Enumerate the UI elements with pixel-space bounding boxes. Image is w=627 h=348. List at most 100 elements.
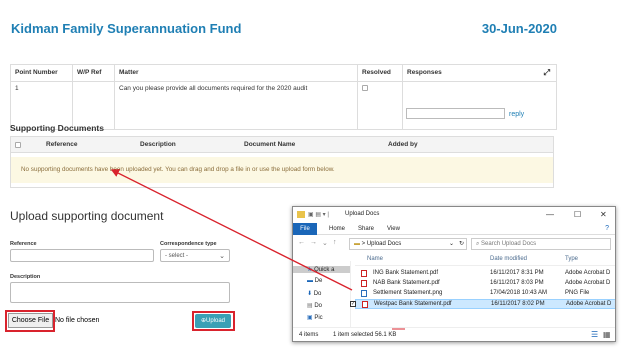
matters-header-row: Point Number W/P Ref Matter Resolved Res… <box>11 65 556 82</box>
supporting-docs-title: Supporting Documents <box>10 123 104 133</box>
ribbon-tab-view[interactable]: View <box>387 226 400 232</box>
select-all-checkbox[interactable] <box>15 142 21 148</box>
response-input[interactable] <box>406 108 505 119</box>
picture-icon: ▣ <box>307 315 313 321</box>
reference-input[interactable] <box>10 249 154 262</box>
description-textarea[interactable] <box>10 282 230 303</box>
explorer-title: Upload Docs <box>345 211 380 217</box>
col-matter: Matter <box>115 65 358 81</box>
responses-cell: reply <box>403 82 556 129</box>
search-placeholder: Search Upload Docs <box>481 241 537 247</box>
maximize-icon[interactable]: ☐ <box>574 210 581 219</box>
description-label: Description <box>10 274 41 280</box>
correspondence-value: - select - <box>165 253 189 259</box>
explorer-titlebar: ▣ ▤ ▾ | Upload Docs — ☐ ✕ <box>293 207 615 223</box>
col-description: Description <box>140 141 176 148</box>
tiles-view-icon[interactable]: ▦ <box>603 330 611 339</box>
file-type: Adobe Acrobat D <box>565 280 611 286</box>
path-dropdown-icon[interactable]: ⌄ <box>449 240 454 247</box>
nav-label: Do <box>314 303 323 309</box>
pdf-file-icon <box>361 270 367 277</box>
file-date: 16/11/2017 8:03 PM <box>490 280 544 286</box>
empty-docs-message: No supporting documents have been upload… <box>11 157 553 183</box>
col-document-name: Document Name <box>244 141 296 148</box>
nav-item-pictures[interactable]: ▣ Pic <box>307 314 323 321</box>
chevron-down-icon: ⌄ <box>219 253 225 260</box>
file-type: Adobe Acrobat D <box>565 270 611 276</box>
correspondence-label: Correspondence type <box>160 241 217 247</box>
file-list: Name Date modified Type ING Bank Stateme… <box>350 252 615 326</box>
path-folder-icon: ▬ <box>354 241 360 247</box>
file-row[interactable]: NAB Bank Statement.pdf 16/11/2017 8:03 P… <box>355 279 615 289</box>
nav-item-documents[interactable]: ▤ Do <box>307 302 322 309</box>
refresh-icon[interactable]: ↻ <box>459 240 464 247</box>
nav-item-downloads[interactable]: ⬇ Do <box>307 290 321 297</box>
document-icon: ▤ <box>307 303 313 309</box>
upload-label: Upload <box>206 318 226 324</box>
nav-item-quick-access[interactable]: ★ Quick a <box>293 266 350 273</box>
resolved-cell <box>358 82 403 129</box>
details-view-icon[interactable]: ☰ <box>591 330 598 339</box>
matters-table: Point Number W/P Ref Matter Resolved Res… <box>10 64 557 130</box>
navigation-pane: ★ Quick a ▬ De ⬇ Do ▤ Do ▣ Pic <box>293 261 351 327</box>
ribbon-tab-share[interactable]: Share <box>358 226 374 232</box>
file-name: NAB Bank Statement.pdf <box>373 280 440 286</box>
search-icon: ⌕ <box>476 241 480 247</box>
correspondence-select[interactable]: - select - ⌄ <box>160 249 230 262</box>
expand-icon[interactable]: ⤢ <box>544 68 550 78</box>
file-date: 17/04/2018 10:43 AM <box>490 290 548 296</box>
file-name: Settlement Statement.png <box>373 290 443 296</box>
docs-header-row: Reference Description Document Name Adde… <box>11 137 553 153</box>
file-date: 16/11/2017 8:02 PM <box>491 301 545 307</box>
file-row[interactable]: Settlement Statement.png 17/04/2018 10:4… <box>355 289 615 299</box>
col-responses: Responses <box>407 69 442 76</box>
col-wp-ref: W/P Ref <box>73 65 115 81</box>
col-added-by: Added by <box>388 141 418 148</box>
checkmark-icon[interactable]: ✓ <box>350 301 356 307</box>
quick-access-toolbar[interactable]: ▣ ▤ ▾ | <box>308 211 329 218</box>
file-type: PNG File <box>565 290 590 296</box>
explorer-ribbon: File Home Share View ? <box>293 223 615 235</box>
reference-label: Reference <box>10 241 37 247</box>
address-path[interactable]: ▬ > Upload Docs ⌄ ↻ <box>349 238 467 250</box>
file-name: Westpac Bank Statement.pdf <box>374 301 452 307</box>
period-date: 30-Jun-2020 <box>481 21 557 36</box>
forward-arrow-icon[interactable]: → <box>310 239 317 246</box>
upload-form-title: Upload supporting document <box>10 209 164 223</box>
page-title: Kidman Family Superannuation Fund <box>11 21 242 36</box>
back-arrow-icon[interactable]: ← <box>298 239 305 246</box>
col-point-number: Point Number <box>11 65 73 81</box>
upload-button[interactable]: ⊕Upload <box>195 314 231 328</box>
file-row[interactable]: ING Bank Statement.pdf 16/11/2017 8:31 P… <box>355 269 615 279</box>
resolved-checkbox[interactable] <box>362 85 368 91</box>
nav-item-desktop[interactable]: ▬ De <box>307 278 322 284</box>
desktop-icon: ▬ <box>307 278 313 284</box>
address-bar-row: ← → ⌄ ↑ ▬ > Upload Docs ⌄ ↻ ⌕ Search Upl… <box>293 235 615 252</box>
reply-link[interactable]: reply <box>509 111 524 118</box>
star-icon: ★ <box>307 267 313 273</box>
col-date-modified[interactable]: Date modified <box>490 256 527 262</box>
nav-label: Pic <box>314 315 323 321</box>
file-row-selected[interactable]: ✓ Westpac Bank Statement.pdf 16/11/2017 … <box>350 299 615 309</box>
minimize-icon[interactable]: — <box>546 210 554 219</box>
pdf-file-icon <box>362 301 368 308</box>
col-reference: Reference <box>46 141 78 148</box>
explorer-search-input[interactable]: ⌕ Search Upload Docs <box>471 238 611 250</box>
image-file-icon <box>361 290 367 297</box>
matter-cell: Can you please provide all documents req… <box>115 82 358 129</box>
choose-file-button[interactable]: Choose File <box>8 313 53 328</box>
nav-label: Do <box>313 291 322 297</box>
ribbon-tab-home[interactable]: Home <box>329 226 345 232</box>
ribbon-tab-file[interactable]: File <box>293 223 317 235</box>
file-explorer-window: ▣ ▤ ▾ | Upload Docs — ☐ ✕ File Home Shar… <box>292 206 616 342</box>
col-name[interactable]: Name <box>367 256 383 262</box>
close-icon[interactable]: ✕ <box>600 210 607 219</box>
folder-icon <box>297 211 305 218</box>
col-type[interactable]: Type <box>565 256 578 262</box>
help-icon[interactable]: ? <box>605 225 609 232</box>
chevron-down-icon[interactable]: ⌄ <box>322 239 328 247</box>
file-type: Adobe Acrobat D <box>566 301 612 307</box>
item-count: 4 items <box>299 332 319 338</box>
up-arrow-icon[interactable]: ↑ <box>333 239 337 246</box>
nav-label: De <box>314 278 323 284</box>
